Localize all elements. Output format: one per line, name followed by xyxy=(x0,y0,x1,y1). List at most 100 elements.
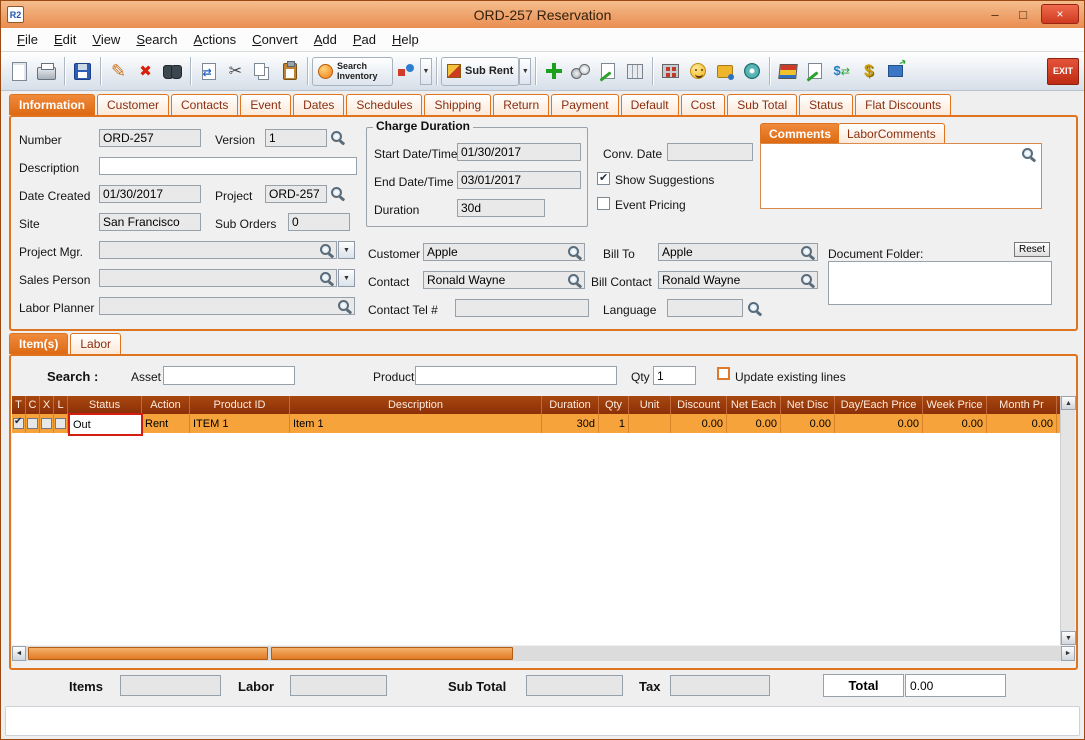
sub-orders-field[interactable] xyxy=(288,213,350,231)
bill-to-field[interactable] xyxy=(658,243,818,261)
contact-field[interactable] xyxy=(423,271,585,289)
scroll-right-icon[interactable] xyxy=(1061,646,1075,661)
item-types-button[interactable] xyxy=(393,57,420,86)
tab-schedules[interactable]: Schedules xyxy=(346,94,423,115)
cell-action[interactable]: Rent xyxy=(142,414,190,433)
bill-contact-search-icon[interactable] xyxy=(800,273,815,288)
kit-button[interactable] xyxy=(567,57,594,86)
tab-labor-comments[interactable]: LaborComments xyxy=(838,123,945,143)
language-search-icon[interactable] xyxy=(747,301,762,316)
cell-qty[interactable]: 1 xyxy=(599,414,629,433)
header-cell[interactable]: Net Disc xyxy=(781,396,835,414)
print-button[interactable] xyxy=(33,57,60,86)
menu-view[interactable]: View xyxy=(84,30,128,49)
bill-to-search-icon[interactable] xyxy=(800,245,815,260)
labor-planner-field[interactable] xyxy=(99,297,355,315)
start-date-field[interactable] xyxy=(457,143,581,161)
money-button[interactable] xyxy=(855,57,882,86)
menu-help[interactable]: Help xyxy=(384,30,427,49)
currency-exchange-button[interactable] xyxy=(828,57,855,86)
customer-field[interactable] xyxy=(423,243,585,261)
tab-contacts[interactable]: Contacts xyxy=(171,94,239,115)
project-search-icon[interactable] xyxy=(330,186,345,201)
show-suggestions-checkbox[interactable] xyxy=(597,171,610,185)
tab-information[interactable]: Information xyxy=(9,94,95,115)
header-cell[interactable]: X xyxy=(40,396,54,414)
reset-button[interactable]: Reset xyxy=(1014,242,1051,257)
disc-button[interactable] xyxy=(738,57,765,86)
language-field[interactable] xyxy=(667,299,743,317)
edit-button[interactable] xyxy=(105,57,132,86)
add-item-button[interactable] xyxy=(540,57,567,86)
handtruck-button[interactable] xyxy=(711,57,738,86)
tab-items[interactable]: Item(s) xyxy=(9,333,69,354)
grid-button[interactable] xyxy=(621,57,648,86)
row-check-c[interactable] xyxy=(27,418,38,429)
sub-rent-button[interactable]: Sub Rent xyxy=(441,56,520,86)
header-cell[interactable]: Description xyxy=(290,396,542,414)
sales-person-dropdown[interactable] xyxy=(338,269,355,287)
status-cell-editor[interactable]: Out xyxy=(68,413,143,436)
duration-field[interactable] xyxy=(457,199,545,217)
header-cell[interactable]: Day/Each Price xyxy=(835,396,923,414)
menu-convert[interactable]: Convert xyxy=(244,30,306,49)
end-date-field[interactable] xyxy=(457,171,581,189)
project-mgr-field[interactable] xyxy=(99,241,337,259)
header-cell[interactable]: Net Each xyxy=(727,396,781,414)
cell-day-each-price[interactable]: 0.00 xyxy=(835,414,923,433)
copy-button[interactable] xyxy=(249,57,276,86)
bill-contact-field[interactable] xyxy=(658,271,818,289)
header-cell[interactable]: Unit xyxy=(629,396,671,414)
cell-net-disc[interactable]: 0.00 xyxy=(781,414,835,433)
cell-description[interactable]: Item 1 xyxy=(290,414,542,433)
header-cell[interactable]: Month Pr xyxy=(987,396,1057,414)
document-folder-textarea[interactable] xyxy=(828,261,1052,305)
exit-button[interactable]: EXIT xyxy=(1047,57,1079,85)
header-cell[interactable]: Week Price xyxy=(923,396,987,414)
customer-search-icon[interactable] xyxy=(567,245,582,260)
scroll-up-icon[interactable] xyxy=(1061,396,1076,410)
warehouse-button[interactable] xyxy=(657,57,684,86)
contact-tel-field[interactable] xyxy=(455,299,589,317)
row-check-x[interactable] xyxy=(41,418,52,429)
pad-edit-button[interactable] xyxy=(801,57,828,86)
tab-labor[interactable]: Labor xyxy=(70,333,122,354)
header-cell[interactable]: Product ID xyxy=(190,396,290,414)
cell-month-price[interactable]: 0.00 xyxy=(987,414,1057,433)
tab-default[interactable]: Default xyxy=(620,94,679,115)
row-check-t[interactable] xyxy=(13,416,24,429)
tab-shipping[interactable]: Shipping xyxy=(424,94,492,115)
asset-input[interactable] xyxy=(163,366,295,385)
qty-input[interactable] xyxy=(653,366,696,385)
convert-button[interactable] xyxy=(195,57,222,86)
header-cell[interactable]: Discount xyxy=(671,396,727,414)
customer-button[interactable] xyxy=(684,57,711,86)
cell-product-id[interactable]: ITEM 1 xyxy=(190,414,290,433)
project-mgr-search-icon[interactable] xyxy=(319,243,334,258)
header-cell[interactable]: C xyxy=(26,396,40,414)
menu-actions[interactable]: Actions xyxy=(186,30,245,49)
cut-button[interactable]: ✂ xyxy=(222,57,249,86)
new-document-button[interactable] xyxy=(6,57,33,86)
row-check-l[interactable] xyxy=(55,418,66,429)
header-cell[interactable]: L xyxy=(54,396,68,414)
header-cell[interactable]: T xyxy=(12,396,26,414)
sales-person-field[interactable] xyxy=(99,269,337,287)
catalog-button[interactable] xyxy=(774,57,801,86)
event-pricing-checkbox[interactable] xyxy=(597,197,610,210)
shipping-button[interactable] xyxy=(882,57,909,86)
menu-search[interactable]: Search xyxy=(128,30,185,49)
header-cell[interactable]: Qty xyxy=(599,396,629,414)
delete-button[interactable] xyxy=(132,57,159,86)
sub-rent-dropdown[interactable] xyxy=(519,57,532,85)
description-field[interactable] xyxy=(99,157,357,175)
labor-planner-search-icon[interactable] xyxy=(337,299,352,314)
scroll-thumb[interactable] xyxy=(271,647,513,660)
tab-sub-total[interactable]: Sub Total xyxy=(727,94,798,115)
cell-week-price[interactable]: 0.00 xyxy=(923,414,987,433)
tab-flat-discounts[interactable]: Flat Discounts xyxy=(855,94,952,115)
paste-button[interactable] xyxy=(276,57,303,86)
tab-cost[interactable]: Cost xyxy=(680,94,726,115)
menu-add[interactable]: Add xyxy=(306,30,345,49)
notes-button[interactable] xyxy=(594,57,621,86)
